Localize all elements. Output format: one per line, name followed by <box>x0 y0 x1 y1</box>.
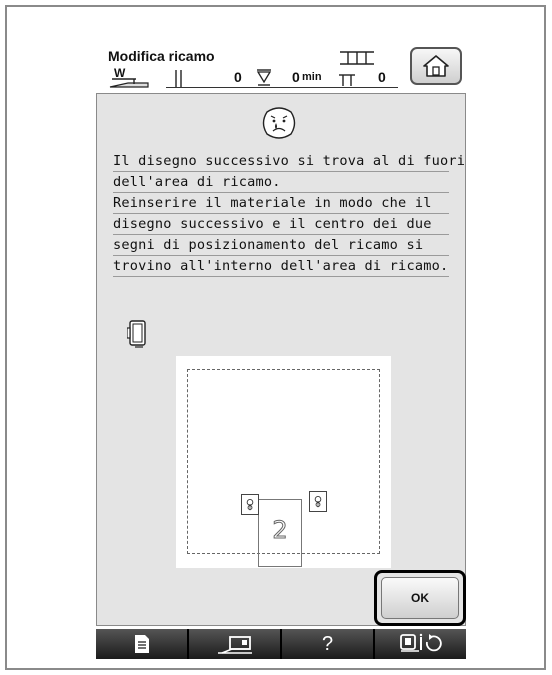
status-bar: W 0 0 min 0 <box>108 66 398 90</box>
camera-settings-icon <box>399 633 442 652</box>
document-icon <box>134 635 149 653</box>
home-icon <box>423 55 449 77</box>
home-button[interactable] <box>410 47 462 85</box>
camera-settings-button[interactable] <box>375 629 466 659</box>
message-line: trovino all'interno dell'area di ricamo. <box>113 256 449 277</box>
embroidery-hoop-icon <box>127 320 146 348</box>
position-mark-icon <box>241 494 259 515</box>
position-mark-icon <box>309 491 327 512</box>
sad-face-icon <box>262 107 296 139</box>
total-value: 0 <box>378 69 386 85</box>
bobbin-icon <box>339 74 355 86</box>
message-line: segni di posizionamento del ricamo si <box>113 235 449 256</box>
machine-icon <box>217 636 252 654</box>
message-line: dell'area di ricamo. <box>113 172 449 193</box>
stitch-count: 0 <box>234 69 242 85</box>
ok-button[interactable]: OK <box>381 577 459 619</box>
message-line: Reinserire il materiale in modo che il <box>113 193 449 214</box>
frame-icon <box>340 51 374 65</box>
error-message: Il disegno successivo si trova al di fuo… <box>113 151 465 277</box>
presser-foot-icon: W <box>109 66 149 88</box>
thread-spool-icon <box>256 69 272 86</box>
machine-button[interactable] <box>189 629 280 659</box>
page-title: Modifica ricamo <box>108 48 215 64</box>
time-unit: min <box>302 71 322 83</box>
time-value: 0 <box>292 69 300 85</box>
document-button[interactable] <box>96 629 187 659</box>
stitch-counter-icon <box>175 70 182 87</box>
presser-letter: W <box>114 66 126 80</box>
message-line: disegno successivo e il centro dei due <box>113 214 449 235</box>
message-line: Il disegno successivo si trova al di fuo… <box>113 151 465 172</box>
design-number: 2 <box>272 516 288 545</box>
help-button[interactable]: ? <box>282 629 373 659</box>
bottom-toolbar: ? <box>96 629 466 659</box>
